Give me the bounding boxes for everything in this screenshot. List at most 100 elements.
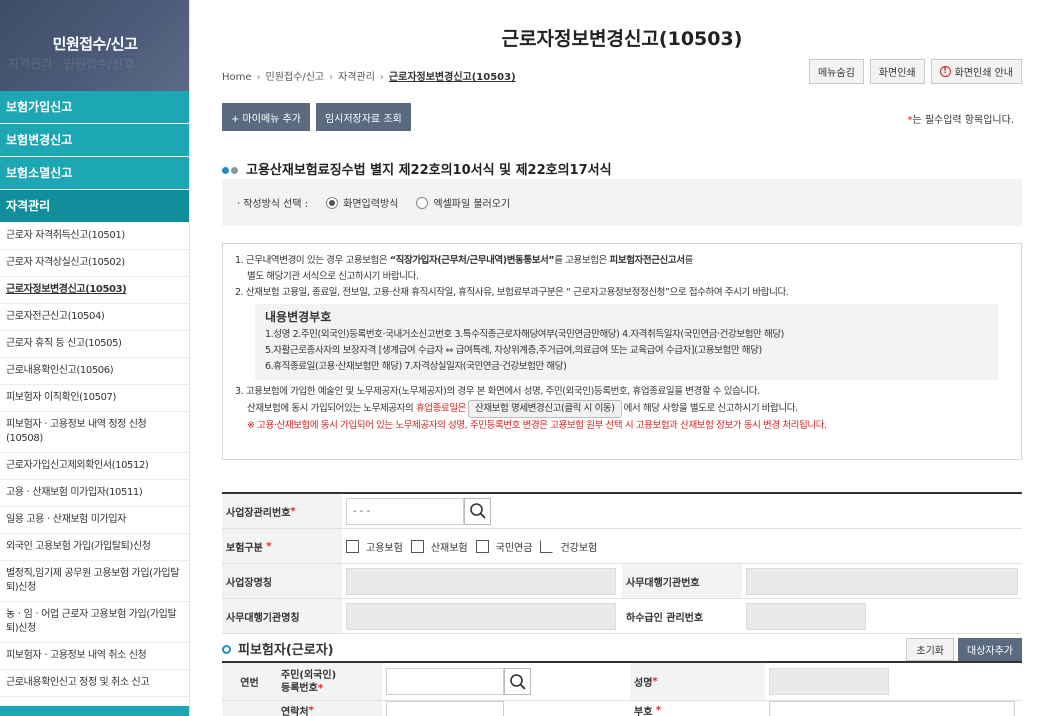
radio-empty-icon [416,196,429,209]
sidebar-subitem[interactable]: 근로내용확인신고 정정 및 취소 신고 [0,670,189,697]
label-text: 보험구분 [226,542,263,554]
main-content: 근로자정보변경신고(10503) Home › 민원접수/신고 › 자격관리 › 근로자정보… [190,0,1054,716]
radio-label: 화면입력방식 [343,199,399,210]
sidebar-subitem[interactable]: 근로자전근신고(10504) [0,304,189,331]
checkbox-employment[interactable]: 고용보험 [346,539,403,554]
sidebar-item-qualification[interactable]: 자격관리 [0,190,189,223]
breadcrumb-item[interactable]: 민원접수/신고 [266,72,325,83]
section-title-text: 고용산재보험료징수법 별지 제22호의10서식 및 제22호의17서식 [246,163,612,178]
worker-title-text: 피보험자(근로자) [238,643,334,658]
sub-no-input [746,602,866,630]
phone-input[interactable] [386,700,504,716]
chevron-right-icon: › [329,72,334,83]
seq-label: 연번 [222,663,277,700]
sidebar: 민원접수/신고 자격관리 · 민원접수/신고 보험가입신고 보험변경신고 보험소… [0,0,190,716]
search-button[interactable] [464,497,491,525]
rrn-search-button[interactable] [504,668,531,695]
code-label: 부호 * [630,701,765,716]
method-select-box: ㆍ작성방식 선택 : 화면입력방식 엑셀파일 불러오기 [222,179,1022,226]
sidebar-subitem[interactable]: 피보험자 이직확인(10507) [0,385,189,412]
sidebar-subitem[interactable]: 일용 고용ㆍ산재보험 미가입자 [0,507,189,534]
checkbox-label: 고용보험 [366,542,403,554]
label-text: 사업장관리번호 [226,507,291,519]
form-value [765,663,889,700]
sidebar-subitem[interactable]: 근로자 자격취득신고(10501) [0,223,189,250]
checkbox-health[interactable]: 건강보험 [540,539,597,554]
sidebar-subitem-current[interactable]: 근로자정보변경신고(10503) [0,277,189,304]
hide-menu-button[interactable]: 메뉴숨김 [808,59,864,84]
label-text: 부호 [634,707,653,716]
worker-row: 연번 주민(외국인) 등록번호* 성명 * [222,663,1022,701]
sidebar-subitem[interactable]: 외국인 고용보험 가입(가입탈퇴)신청 [0,534,189,561]
rrn-input[interactable] [386,668,504,695]
rrn-label-line: 주민(외국인) [281,669,337,681]
checkbox-pension[interactable]: 국민연금 [475,539,532,554]
section-title: 고용산재보험료징수법 별지 제22호의10서식 및 제22호의17서식 [222,159,612,178]
notice-line: 2. 산재보험 고용일, 종료일, 전보일, 고용·산재 휴직시작일, 휴직사유… [235,287,789,298]
checkbox-box [410,539,424,553]
label-text: 성명 [634,678,653,689]
name-label: 성명 * [630,663,765,700]
print-guide-label: 화면인쇄 안내 [954,68,1013,79]
form-row: 보험구분 * 고용보험 산재보험 국민연금 건강보험 [222,529,1022,564]
top-button-group: 메뉴숨김 화면인쇄 ! 화면인쇄 안내 [808,59,1022,84]
sidebar-subitem[interactable]: 농ㆍ임ㆍ어업 근로자 고용보험 가입(가입탈퇴)신청 [0,602,189,643]
phone-label: 연락처 * [277,701,382,716]
temp-saved-button[interactable]: 임시저장자료 조회 [315,103,411,131]
form-row: 사업장명칭 사무대행기관번호 [222,564,1022,599]
sidebar-subitem[interactable]: 별정직,임기제 공무원 고용보험 가입(가입탈퇴)신청 [0,561,189,602]
print-button[interactable]: 화면인쇄 [869,59,925,84]
label-text: 연락처 [281,707,309,716]
search-icon [509,673,526,690]
notice-text: 를 [684,255,694,266]
notice-text: 를 고용보험은 [554,255,610,266]
breadcrumb-home[interactable]: Home [222,72,252,83]
notice-bold: “직장가입자(근무처/근무내역)변동통보서” [389,255,555,266]
sidebar-subitem[interactable]: 근로자 휴직 등 신고(10505) [0,331,189,358]
radio-screen-input[interactable]: 화면입력방식 [326,195,398,210]
form-value [382,700,630,716]
sidebar-subitem[interactable]: 근로자 자격상실신고(10502) [0,250,189,277]
name-input [769,668,889,695]
notice-text: 1. 근무내역변경이 있는 경우 고용보험은 [235,255,390,266]
page-title: 근로자정보변경신고(10503) [501,28,743,50]
form-label: 사무대행기관명칭 [222,599,342,633]
industrial-change-link[interactable]: 산재보험 명세변경신고(클릭 시 이동) [468,400,622,418]
reset-button[interactable]: 초기화 [906,638,954,661]
checkbox-industrial[interactable]: 산재보험 [410,539,468,554]
change-code-line: 6.휴직종료일(고용·산재보험만 해당) 7.자격상실일자(국민연금·건강보험만… [265,361,567,372]
sidebar-subitem[interactable]: 피보험자ㆍ고용정보 내역 취소 신청 [0,643,189,670]
code-select[interactable] [769,700,1015,716]
print-guide-button[interactable]: ! 화면인쇄 안내 [930,59,1022,84]
sidebar-subitem[interactable]: 피보험자ㆍ고용정보 내역 정정 신청(10508) [0,412,189,453]
workplace-no-input[interactable]: - - - [346,497,464,525]
form-label: 사업장명칭 [222,564,342,598]
checkbox-box [475,539,489,553]
sidebar-subitem[interactable]: 근로자가입신고제외확인서(10512) [0,453,189,480]
sidebar-item-join[interactable]: 보험가입신고 [0,91,189,124]
breadcrumb-current[interactable]: 근로자정보변경신고(10503) [389,72,516,83]
form-value [342,599,622,633]
change-code-line: 5.자활근로종사자의 보장자격 [생계급여 수급자 ⇔ 급여특례, 차상위계층,… [265,345,762,356]
sidebar-watermark: 자격관리 · 민원접수/신고 [8,57,134,71]
add-target-button[interactable]: 대상자추가 [958,638,1022,661]
sidebar-item-loss[interactable]: 보험소멸신고 [0,157,189,190]
radio-selected-icon [326,196,339,209]
radio-excel-upload[interactable]: 엑셀파일 불러오기 [416,195,510,210]
seq-cell [222,701,277,716]
sidebar-title: 민원접수/신고 [52,35,138,53]
notice-line: 3. 고용보험에 가입한 예술인 및 노무제공자(노무제공자)의 경우 본 화면… [235,386,760,397]
form-label: 보험구분 * [222,529,342,563]
notice-line: 산재보험에 동시 가입되어있는 노무제공자의 휴업종료일은 산재보험 명세변경신고… [235,400,1009,418]
sidebar-item-change[interactable]: 보험변경신고 [0,124,189,157]
rrn-label-line: 등록번호* [281,682,323,695]
breadcrumb-item[interactable]: 자격관리 [338,72,375,83]
notice-line: 별도 해당기관 서식으로 신고하시기 바랍니다. [247,271,419,282]
workplace-name-input [346,567,616,595]
sidebar-subitem[interactable]: 고용ㆍ산재보험 미가입자(10511) [0,480,189,507]
checkbox-label: 산재보험 [430,542,468,554]
sidebar-header: 민원접수/신고 자격관리 · 민원접수/신고 [0,0,189,91]
add-my-menu-button[interactable]: + 마이메뉴 추가 [222,103,310,131]
change-codes-title: 내용변경부호 [265,310,332,324]
sidebar-subitem[interactable]: 근로내용확인신고(10506) [0,358,189,385]
